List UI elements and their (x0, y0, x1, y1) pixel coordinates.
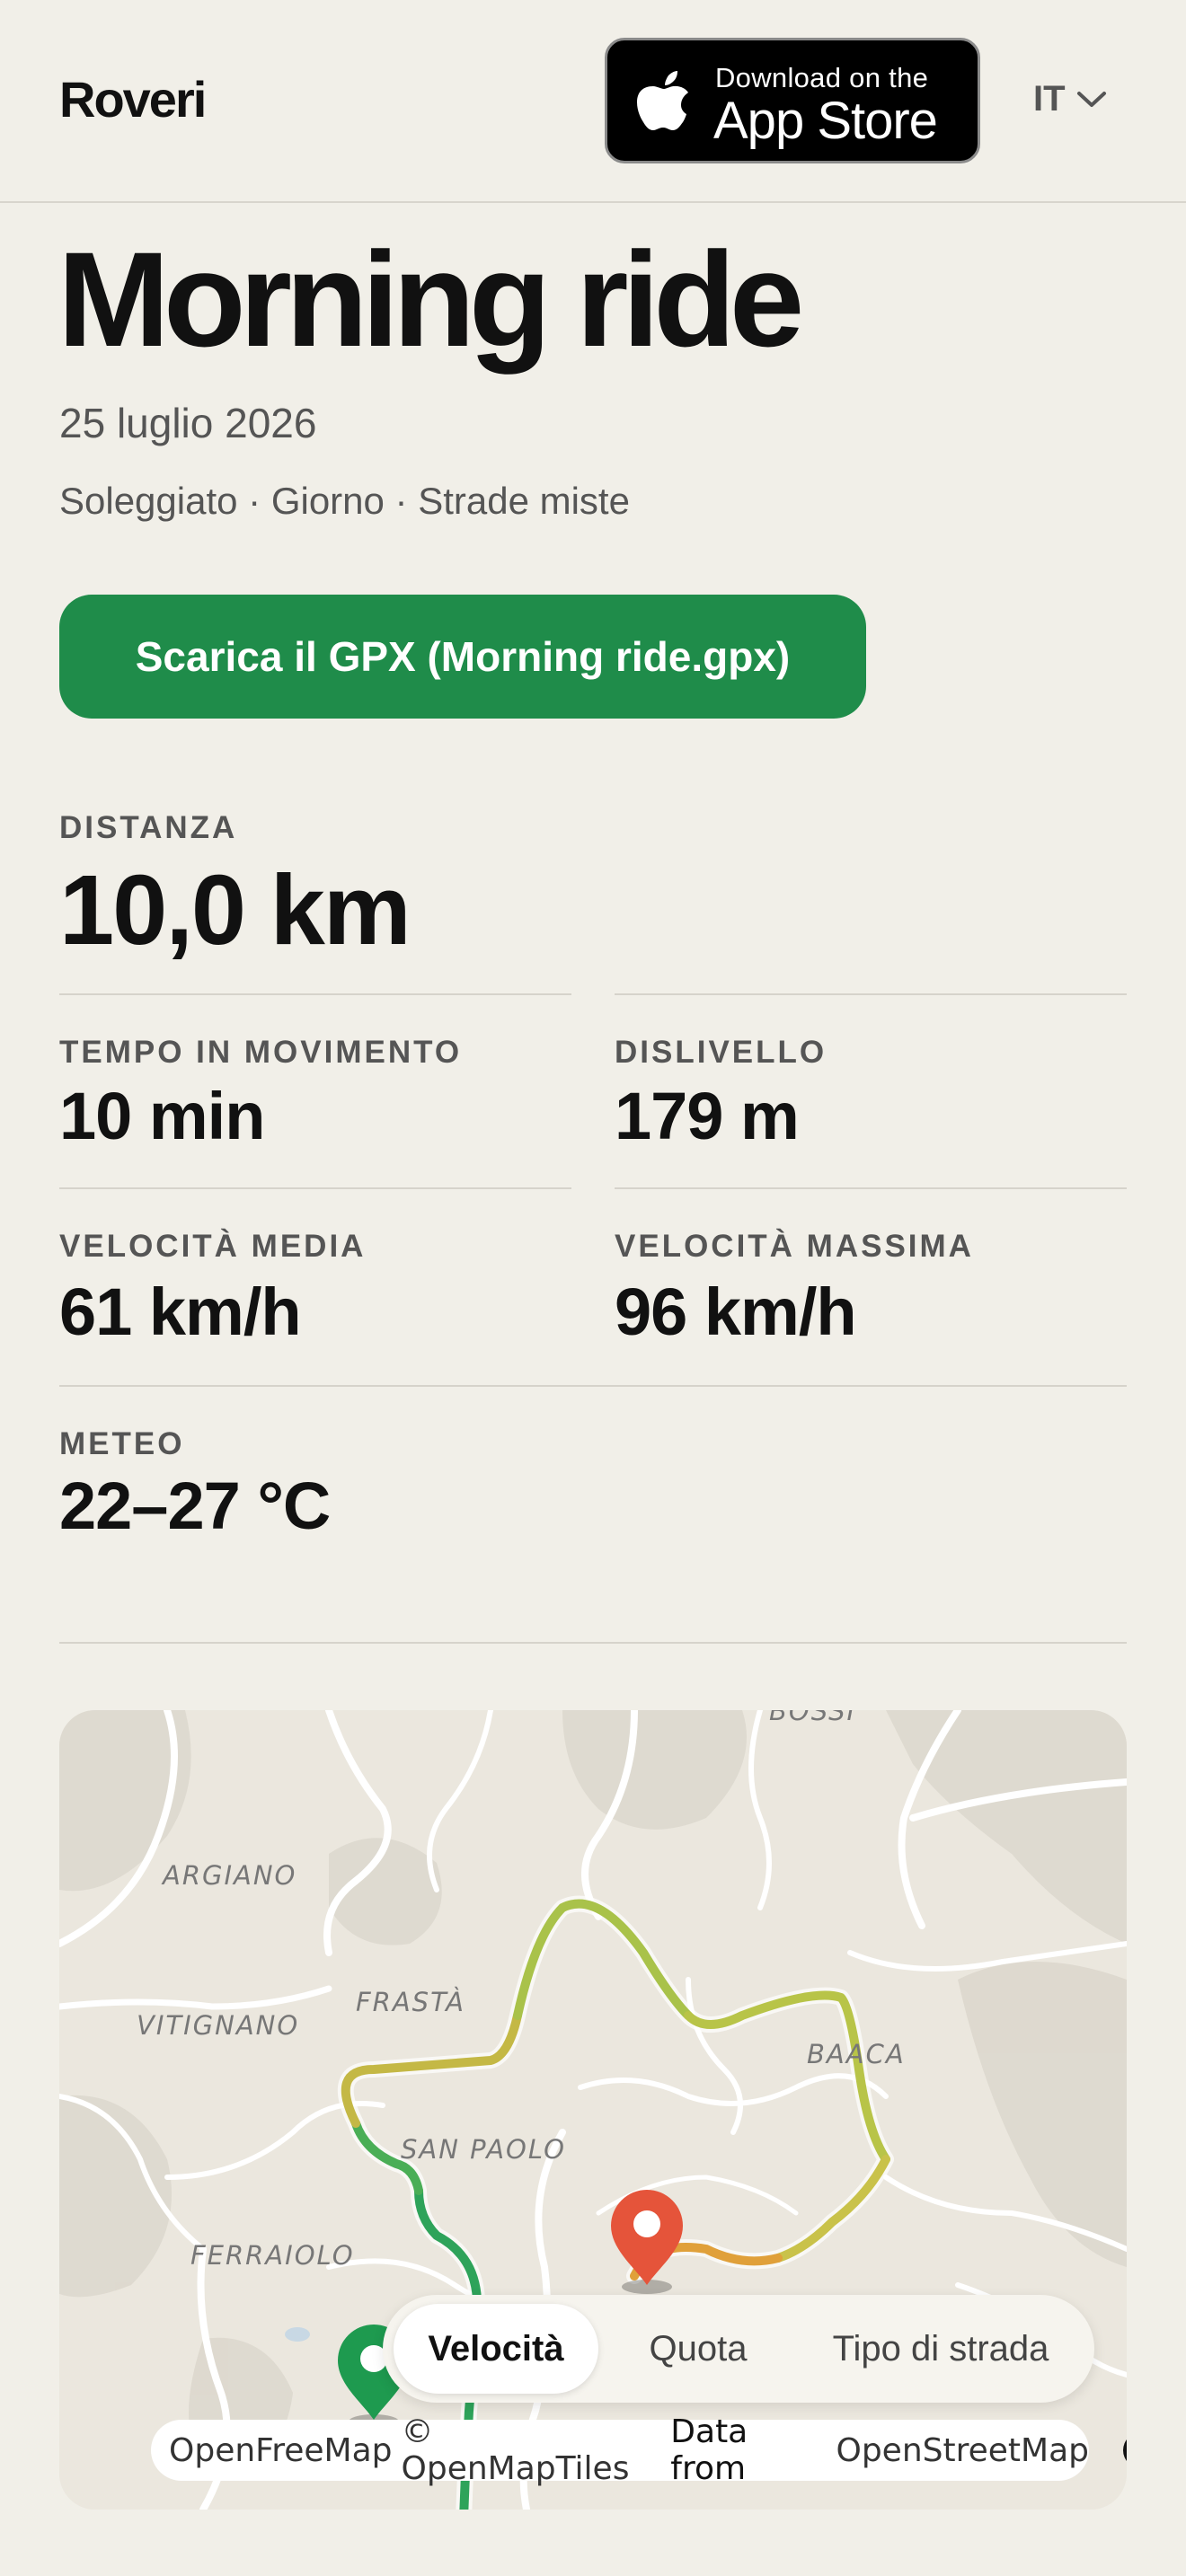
map-place-label: ARGIANO (163, 1860, 297, 1891)
download-gpx-button[interactable]: Scarica il GPX (Morning ride.gpx) (59, 595, 866, 719)
map-attribution: OpenFreeMap © OpenMapTiles Data from Ope… (151, 2413, 1127, 2487)
map-place-label: FERRAIOLO (190, 2240, 355, 2271)
apple-icon (637, 71, 688, 130)
app-store-big-text: App Store (713, 92, 938, 150)
language-selector[interactable]: IT (1033, 79, 1107, 119)
route-map[interactable]: ARGIANO VITIGNANO FRASTÀ BAACA SAN PAOLO… (59, 1710, 1127, 2510)
map-mode-switcher: Velocità Quota Tipo di strada (383, 2295, 1094, 2403)
max-speed-label: VELOCITÀ MASSIMA (615, 1229, 974, 1264)
app-store-button[interactable]: Download on the App Store (605, 38, 980, 163)
distance-label: DISTANZA (59, 810, 238, 845)
divider (59, 1385, 1127, 1387)
map-place-label: BOSSI (769, 1710, 857, 1726)
attribution-link-openmaptiles[interactable]: © OpenMapTiles (402, 2413, 662, 2487)
brand-logo[interactable]: Roveri (59, 70, 207, 128)
divider (615, 993, 1127, 995)
attribution-text: Data from (670, 2413, 748, 2487)
site-header: Roveri Download on the App Store IT (0, 0, 1186, 203)
divider (59, 993, 571, 995)
ride-title: Morning ride (58, 224, 804, 375)
avg-speed-label: VELOCITÀ MEDIA (59, 1229, 367, 1264)
weather-value: 22–27 °C (59, 1469, 331, 1543)
moving-time-value: 10 min (59, 1079, 265, 1153)
tab-tipo-di-strada[interactable]: Tipo di strada (798, 2304, 1084, 2394)
weather-label: METEO (59, 1426, 185, 1461)
tab-velocita[interactable]: Velocità (394, 2304, 598, 2394)
elevation-label: DISLIVELLO (615, 1035, 828, 1070)
map-place-label: FRASTÀ (356, 1987, 465, 2017)
ride-tags: Soleggiato · Giorno · Strade miste (59, 480, 630, 522)
divider (615, 1187, 1127, 1189)
divider (59, 1642, 1127, 1644)
attribution-link-openstreetmap[interactable]: OpenStreetMap (836, 2432, 1089, 2469)
tab-quota[interactable]: Quota (609, 2304, 787, 2394)
map-place-label: SAN PAOLO (401, 2134, 566, 2165)
ride-date: 25 luglio 2026 (59, 400, 317, 446)
water-feature (285, 2327, 310, 2342)
map-place-label: VITIGNANO (137, 2010, 300, 2041)
map-place-label: BAACA (807, 2039, 906, 2069)
max-speed-value: 96 km/h (615, 1275, 857, 1349)
language-label: IT (1033, 79, 1066, 119)
elevation-value: 179 m (615, 1079, 800, 1153)
moving-time-label: TEMPO IN MOVIMENTO (59, 1035, 463, 1070)
divider (59, 1187, 571, 1189)
avg-speed-value: 61 km/h (59, 1275, 302, 1349)
attribution-link-openfreemap[interactable]: OpenFreeMap (169, 2432, 393, 2469)
distance-value: 10,0 km (59, 855, 412, 966)
chevron-down-icon (1076, 91, 1106, 107)
app-store-small-text: Download on the (715, 62, 929, 93)
